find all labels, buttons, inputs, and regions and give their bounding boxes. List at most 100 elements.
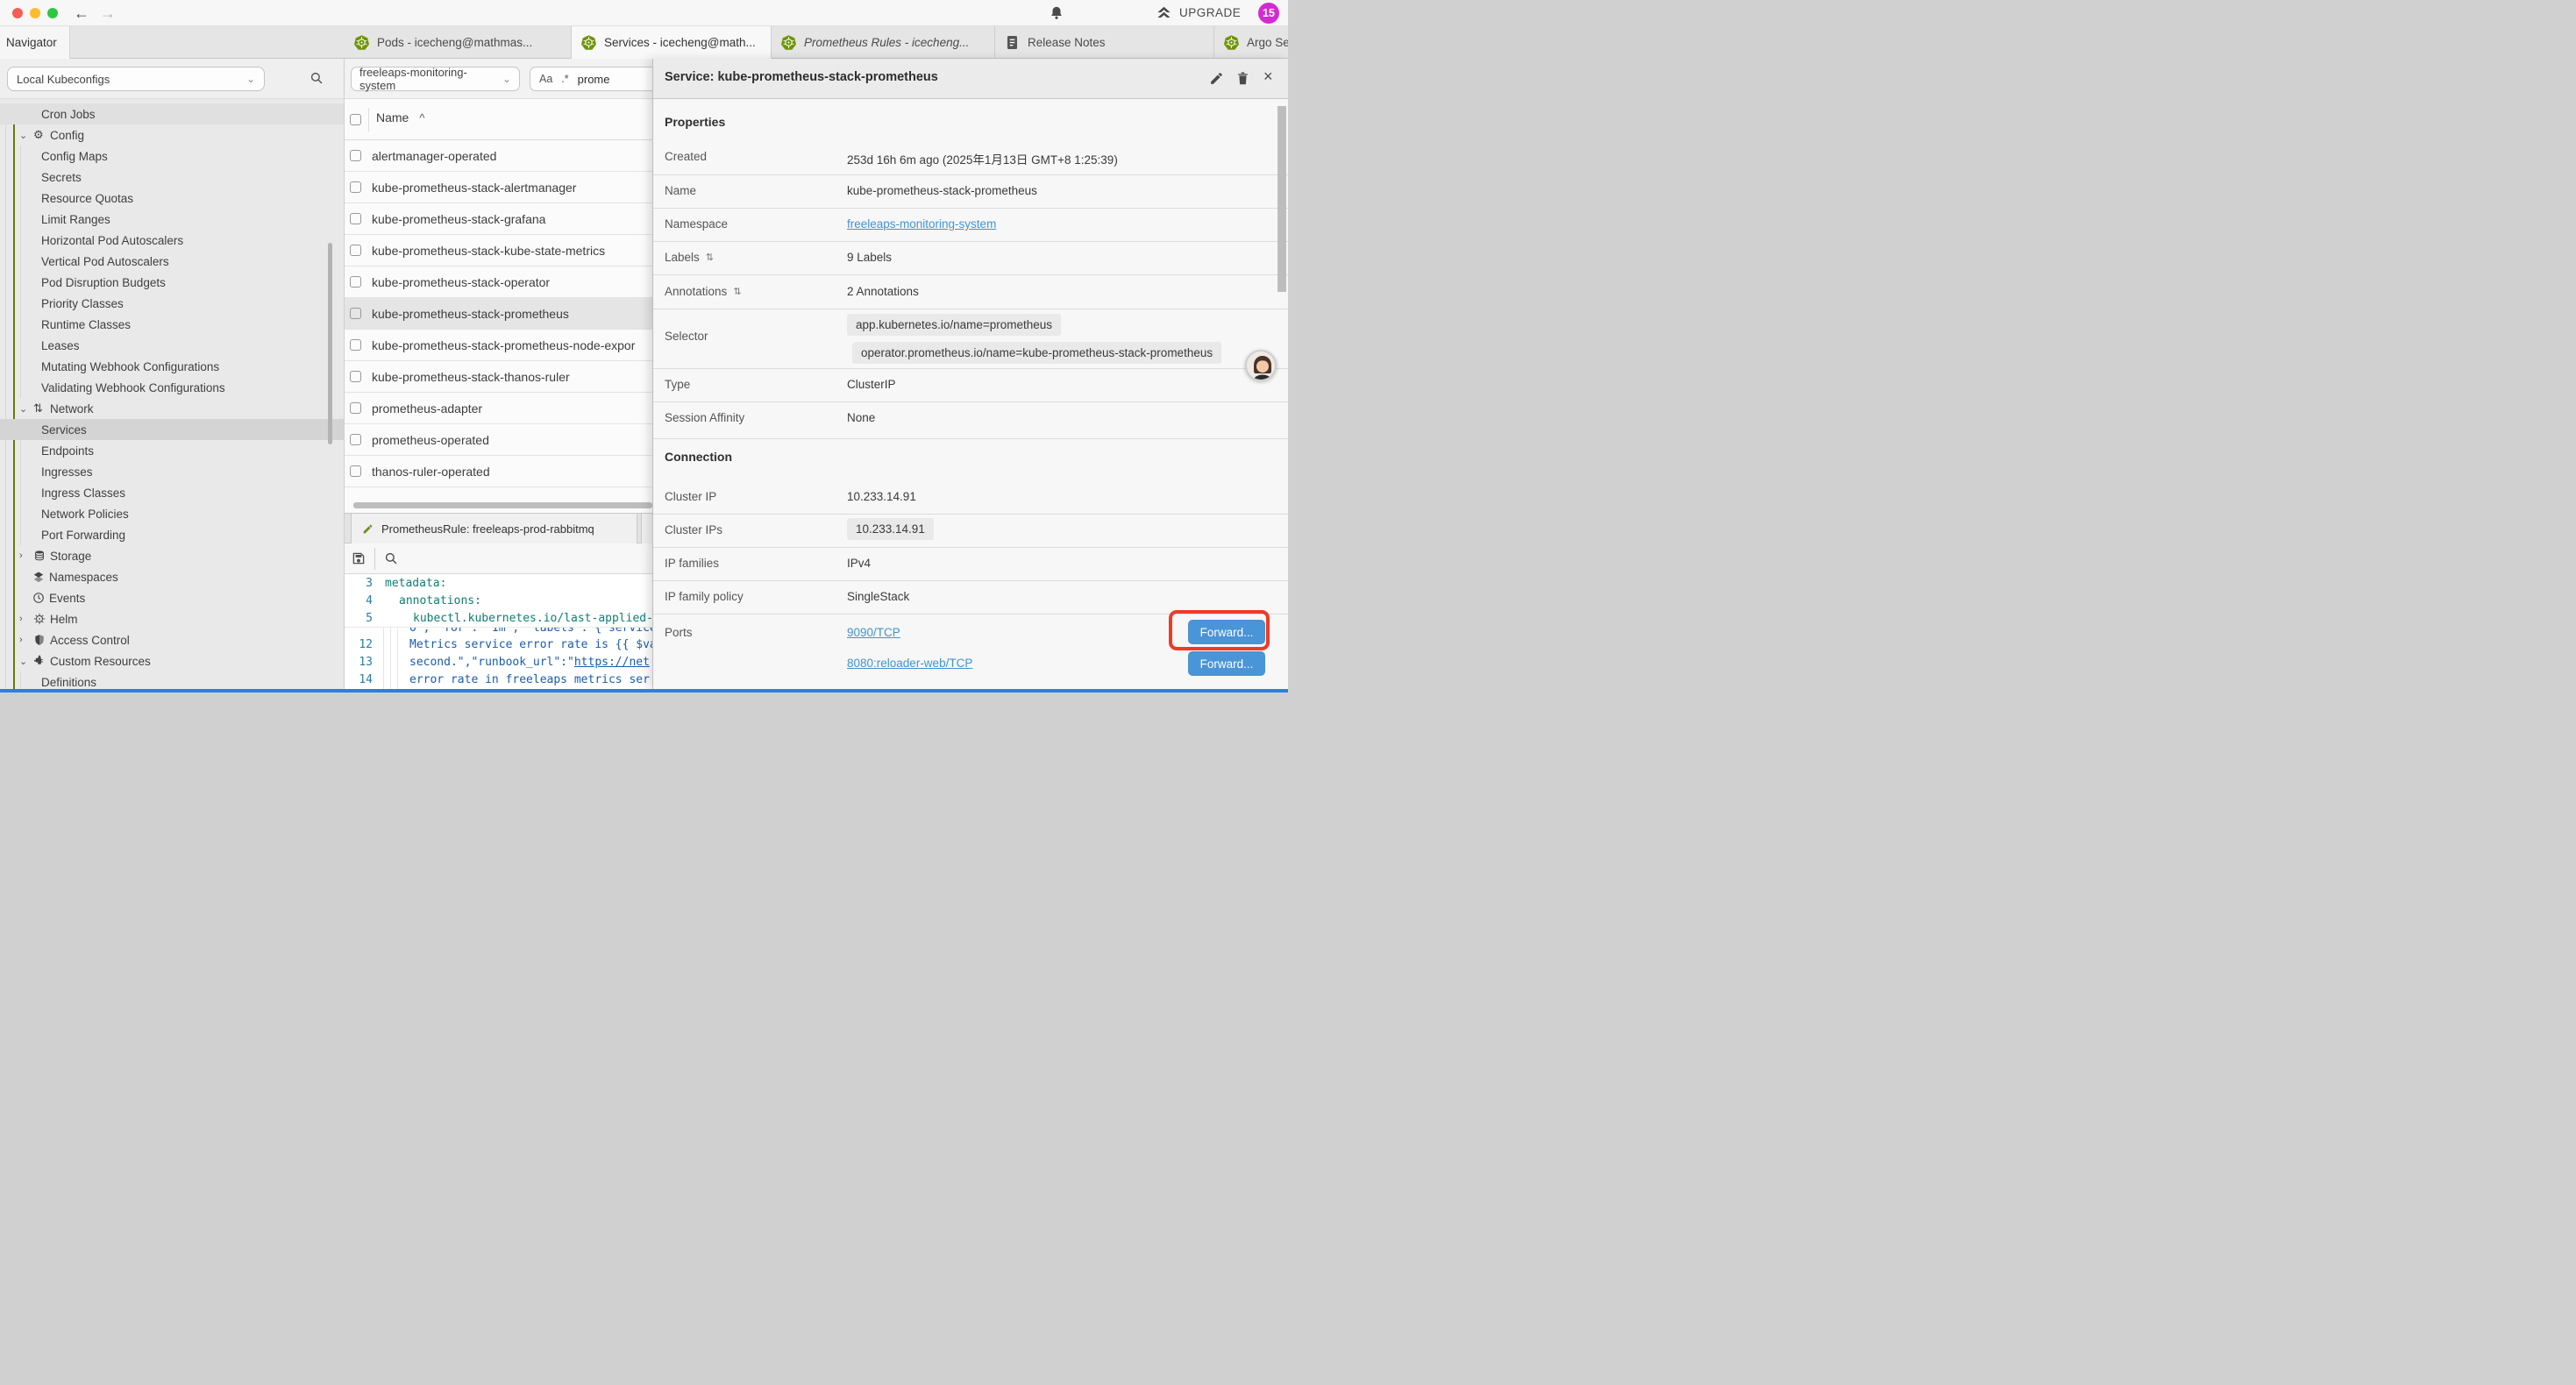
regex-toggle[interactable]: .* [561, 73, 568, 85]
sidebar-item-definitions[interactable]: Definitions [0, 671, 344, 689]
notifications-bell-icon[interactable] [1049, 5, 1064, 21]
trash-icon[interactable] [1235, 71, 1250, 86]
tab-services[interactable]: Services - icecheng@math... × [572, 26, 772, 59]
row-checkbox[interactable] [350, 339, 361, 351]
forward-arrow-icon[interactable]: → [100, 2, 116, 25]
sidebar-scrollbar-thumb[interactable] [328, 243, 332, 444]
titlebar: ← → UPGRADE 15 [0, 0, 1288, 26]
namespace-select[interactable]: freeleaps-monitoring-system ⌄ [351, 67, 520, 91]
port-link-8080[interactable]: 8080:reloader-web/TCP [847, 657, 972, 670]
navigator-panel-tab[interactable]: Navigator [0, 26, 70, 59]
row-checkbox[interactable] [350, 213, 361, 224]
editor-search-icon[interactable] [383, 550, 399, 566]
tab-pods[interactable]: Pods - icecheng@mathmas... [345, 26, 572, 59]
horizontal-scrollbar-thumb[interactable] [353, 502, 652, 508]
sidebar-item-limit-ranges[interactable]: Limit Ranges [0, 209, 344, 230]
sidebar-item-custom-resources[interactable]: ⌄Custom Resources [0, 650, 344, 671]
maximize-window-button[interactable] [47, 8, 58, 18]
app-window: ← → UPGRADE 15 Navigator Pods - icecheng… [0, 0, 1288, 692]
row-checkbox[interactable] [350, 465, 361, 477]
select-all-checkbox[interactable] [350, 114, 361, 125]
chevron-right-icon: › [19, 550, 33, 561]
row-checkbox[interactable] [350, 434, 361, 445]
sidebar-item-access-control[interactable]: ›Access Control [0, 629, 344, 650]
sidebar-item-secrets[interactable]: Secrets [0, 167, 344, 188]
indent-guide [390, 627, 391, 689]
kubernetes-icon [780, 34, 797, 51]
edit-icon[interactable] [1209, 71, 1224, 86]
sidebar-item-helm[interactable]: ›Helm [0, 608, 344, 629]
port-link-9090[interactable]: 9090/TCP [847, 626, 900, 639]
row-checkbox[interactable] [350, 181, 361, 193]
sidebar-item-mutating-webhook-configurations[interactable]: Mutating Webhook Configurations [0, 356, 344, 377]
sidebar-item-resource-quotas[interactable]: Resource Quotas [0, 188, 344, 209]
resource-tree: Cron Jobs ⌄⚙Config Config Maps Secrets R… [0, 103, 344, 689]
layers-icon [32, 571, 49, 583]
tab-prometheus-rules[interactable]: Prometheus Rules - icecheng... [772, 26, 995, 59]
sidebar-item-endpoints[interactable]: Endpoints [0, 440, 344, 461]
upgrade-button[interactable]: UPGRADE [1156, 4, 1241, 21]
sidebar-item-storage[interactable]: ›Storage [0, 545, 344, 566]
tab-release-notes[interactable]: Release Notes [995, 26, 1214, 59]
row-checkbox[interactable] [350, 150, 361, 161]
search-icon[interactable] [309, 70, 324, 86]
double-chevron-up-icon [1156, 4, 1172, 21]
sidebar-item-leases[interactable]: Leases [0, 335, 344, 356]
selector-chip: operator.prometheus.io/name=kube-prometh… [852, 342, 1221, 364]
sidebar-item-network-policies[interactable]: Network Policies [0, 503, 344, 524]
back-arrow-icon[interactable]: ← [74, 2, 89, 25]
forward-button-8080[interactable]: Forward... [1188, 651, 1265, 676]
row-checkbox[interactable] [350, 245, 361, 256]
save-icon[interactable] [351, 550, 366, 566]
minimize-window-button[interactable] [30, 8, 40, 18]
database-icon [33, 550, 50, 562]
sidebar-item-ingress-classes[interactable]: Ingress Classes [0, 482, 344, 503]
sidebar-item-vertical-pod-autoscalers[interactable]: Vertical Pod Autoscalers [0, 251, 344, 272]
sort-ascending-icon: ^ [419, 111, 424, 124]
sidebar-item-config[interactable]: ⌄⚙Config [0, 124, 344, 146]
properties-section-heading: Properties [665, 115, 725, 129]
kubeconfig-select[interactable]: Local Kubeconfigs ⌄ [7, 67, 265, 91]
sidebar-item-events[interactable]: Events [0, 587, 344, 608]
service-detail-panel: Service: kube-prometheus-stack-prometheu… [652, 59, 1288, 689]
kubernetes-icon [1223, 34, 1240, 51]
sidebar-item-config-maps[interactable]: Config Maps [0, 146, 344, 167]
sort-icon[interactable]: ⇅ [706, 252, 714, 263]
bottom-accent-strip [0, 689, 1288, 692]
header-divider [368, 108, 369, 131]
row-checkbox[interactable] [350, 371, 361, 382]
avatar[interactable] [1245, 350, 1277, 381]
chevron-down-icon: ⌄ [19, 656, 33, 667]
row-checkbox[interactable] [350, 308, 361, 319]
editor-tab-prometheusrule[interactable]: PrometheusRule: freeleaps-prod-rabbitmq [351, 514, 637, 543]
sidebar-item-priority-classes[interactable]: Priority Classes [0, 293, 344, 314]
tab-argo[interactable]: Argo Se [1214, 26, 1288, 59]
row-checkbox[interactable] [350, 276, 361, 288]
sidebar-item-horizontal-pod-autoscalers[interactable]: Horizontal Pod Autoscalers [0, 230, 344, 251]
sidebar-item-port-forwarding[interactable]: Port Forwarding [0, 524, 344, 545]
sort-icon[interactable]: ⇅ [733, 286, 741, 297]
sidebar-item-network[interactable]: ⌄⇅Network [0, 398, 344, 419]
search-query-text: prome [578, 73, 610, 86]
notification-count-badge[interactable]: 15 [1258, 3, 1279, 24]
url-link[interactable]: https://net [574, 656, 650, 669]
chevron-down-icon: ⌄ [502, 73, 511, 85]
sidebar-item-validating-webhook-configurations[interactable]: Validating Webhook Configurations [0, 377, 344, 398]
sidebar-item-namespaces[interactable]: Namespaces [0, 566, 344, 587]
annotation-highlight [1169, 610, 1270, 650]
sidebar-item-ingresses[interactable]: Ingresses [0, 461, 344, 482]
connection-section-heading: Connection [665, 450, 732, 464]
name-column-header[interactable]: Name ^ [376, 110, 424, 124]
release-notes-icon [1004, 34, 1021, 51]
chevron-down-icon: ⌄ [19, 403, 33, 415]
close-window-button[interactable] [12, 8, 23, 18]
close-panel-icon[interactable]: × [1263, 67, 1273, 86]
sidebar-item-cron-jobs[interactable]: Cron Jobs [0, 103, 344, 124]
match-case-toggle[interactable]: Aa [539, 73, 552, 85]
namespace-link[interactable]: freeleaps-monitoring-system [847, 217, 996, 231]
detail-scrollbar-thumb[interactable] [1277, 106, 1286, 292]
sidebar-item-runtime-classes[interactable]: Runtime Classes [0, 314, 344, 335]
sidebar-item-services[interactable]: Services [0, 419, 344, 440]
sidebar-item-pod-disruption-budgets[interactable]: Pod Disruption Budgets [0, 272, 344, 293]
row-checkbox[interactable] [350, 402, 361, 414]
